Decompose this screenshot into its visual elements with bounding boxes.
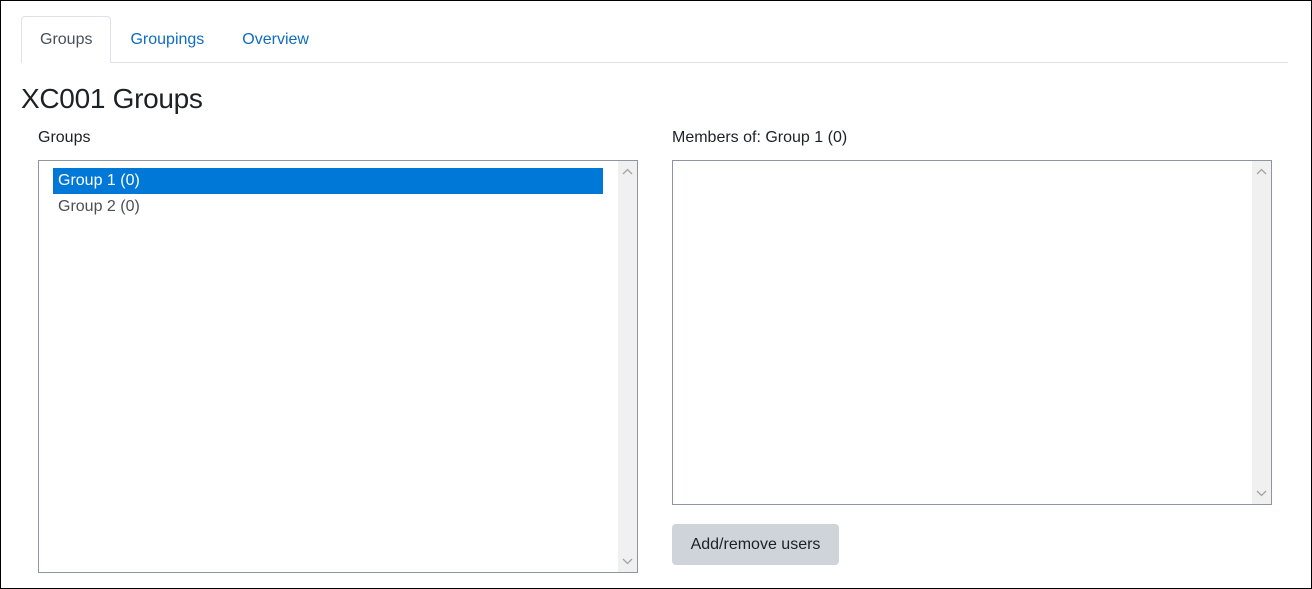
page-title: XC001 Groups (21, 83, 203, 114)
groups-listbox[interactable]: Group 1 (0) Group 2 (0) (38, 160, 638, 573)
tab-groups[interactable]: Groups (21, 16, 112, 63)
app-frame: Groups Groupings Overview XC001 Groups G… (0, 0, 1312, 589)
group-option-2[interactable]: Group 2 (0) (53, 194, 603, 220)
chevron-down-icon[interactable] (618, 553, 637, 570)
tab-groupings[interactable]: Groupings (111, 16, 223, 62)
add-remove-users-button[interactable]: Add/remove users (672, 524, 839, 565)
members-scrollbar[interactable] (1252, 161, 1271, 504)
group-option-1[interactable]: Group 1 (0) (53, 168, 603, 194)
groups-options: Group 1 (0) Group 2 (0) (53, 168, 603, 220)
chevron-up-icon[interactable] (618, 163, 637, 180)
members-label: Members of: Group 1 (0) (672, 129, 848, 146)
tab-overview[interactable]: Overview (223, 16, 328, 62)
groups-scrollbar[interactable] (618, 161, 637, 572)
groups-label: Groups (38, 129, 91, 146)
members-listbox[interactable] (672, 160, 1272, 505)
chevron-down-icon[interactable] (1252, 485, 1271, 502)
tab-bar: Groups Groupings Overview (21, 16, 1288, 63)
chevron-up-icon[interactable] (1252, 163, 1271, 180)
